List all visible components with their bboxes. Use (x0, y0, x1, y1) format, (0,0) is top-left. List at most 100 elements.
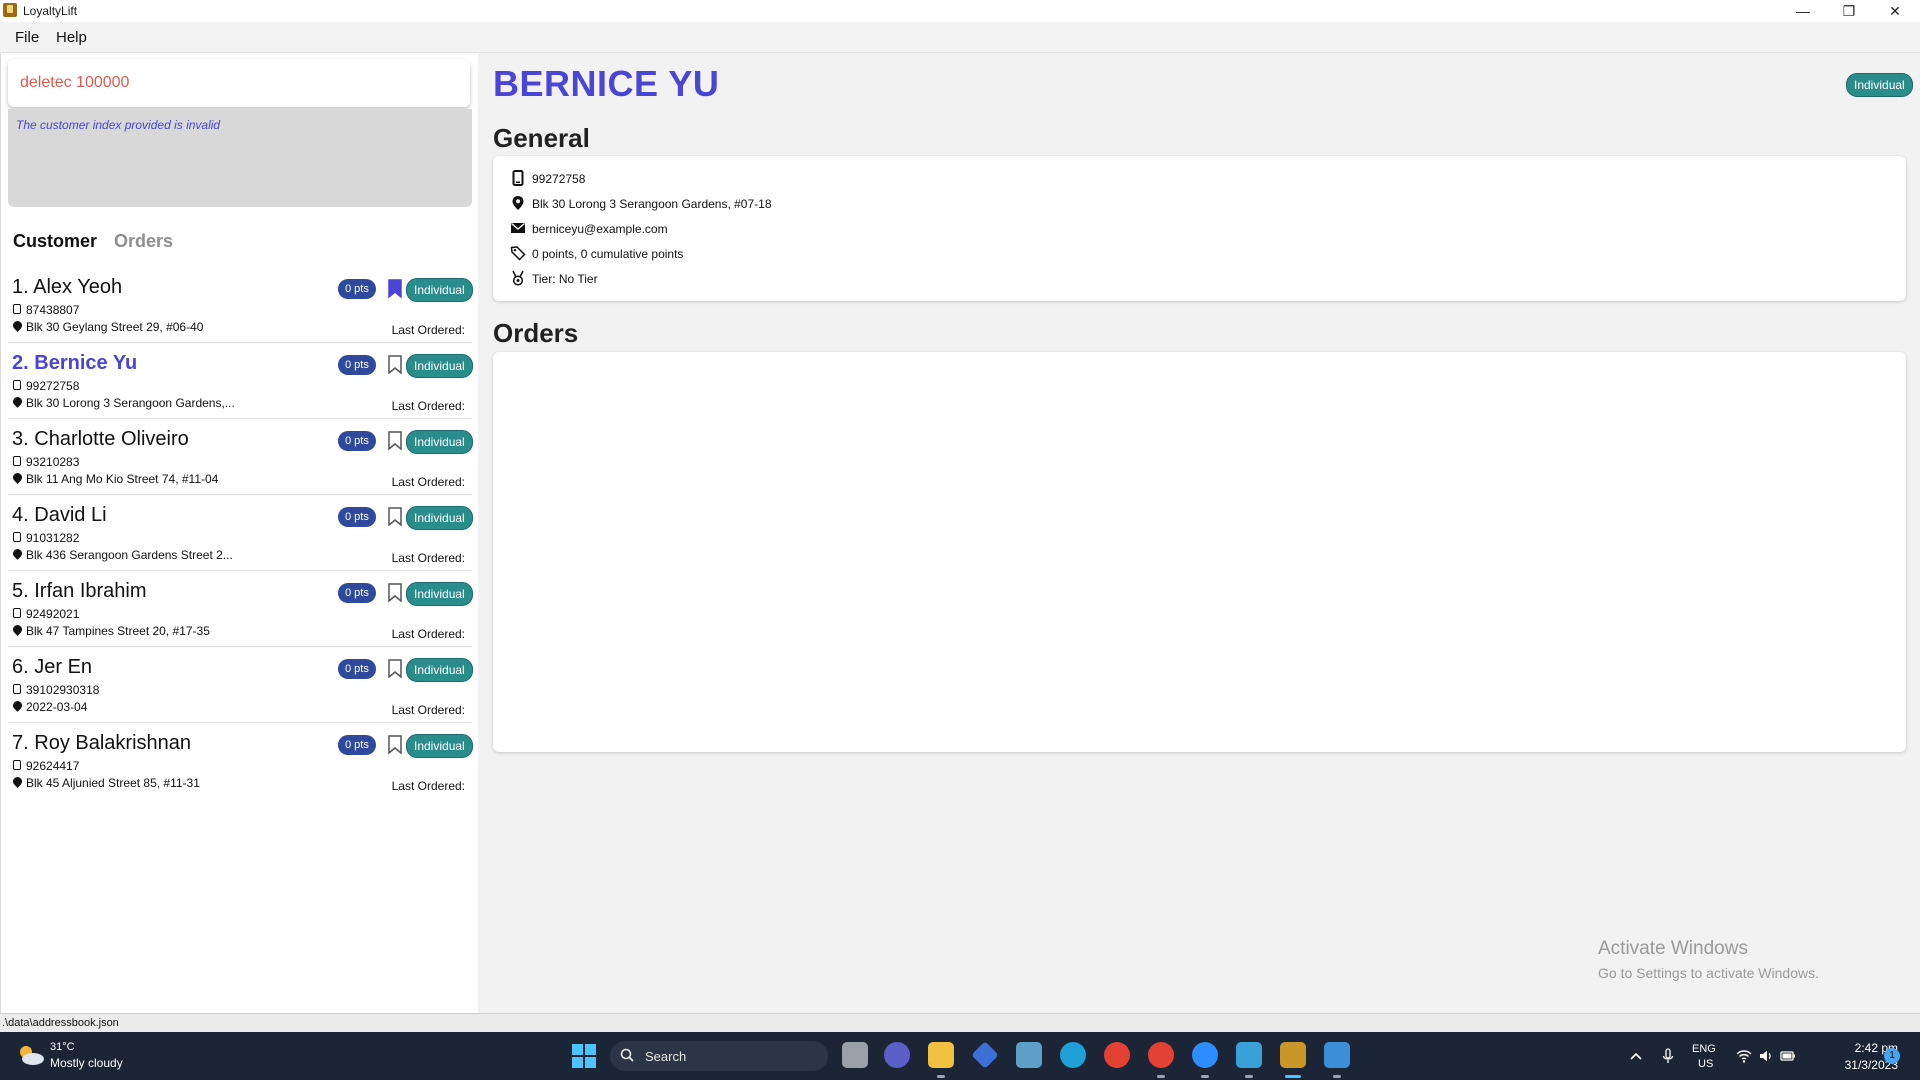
tier-badge: Individual (406, 278, 473, 302)
customer-card[interactable]: 2. Bernice Yu 99272758 Blk 30 Lorong 3 S… (8, 343, 473, 419)
customer-detail-name: BERNICE YU (493, 63, 720, 104)
weather-description[interactable]: Mostly cloudy (50, 1056, 123, 1070)
windows-start-icon[interactable] (572, 1044, 596, 1068)
tier-badge: Individual (406, 354, 473, 378)
notepad-icon[interactable] (1236, 1042, 1262, 1068)
edge-browser-icon[interactable] (1060, 1042, 1086, 1068)
taskbar-search[interactable]: Search (610, 1041, 828, 1071)
chrome-profile-icon[interactable] (1148, 1042, 1174, 1068)
customer-card[interactable]: 5. Irfan Ibrahim 92492021 Blk 47 Tampine… (8, 571, 473, 647)
last-ordered: Last Ordered: (391, 703, 465, 717)
chrome-browser-icon[interactable] (1104, 1042, 1130, 1068)
close-button[interactable]: ✕ (1872, 0, 1918, 22)
loyaltylift-active-indicator (1285, 1075, 1301, 1078)
loyaltylift-app-icon[interactable] (1280, 1042, 1306, 1068)
file-explorer-icon[interactable] (928, 1042, 954, 1068)
result-message: The customer index provided is invalid (16, 118, 221, 132)
detail-phone: 99272758 (532, 172, 586, 186)
maximize-button[interactable]: ❐ (1826, 0, 1872, 22)
notification-badge[interactable]: 1 (1884, 1048, 1900, 1064)
phone-icon (13, 760, 21, 770)
customer-card[interactable]: 6. Jer En 39102930318 2022-03-04 0 pts I… (8, 647, 473, 723)
search-icon (620, 1048, 634, 1062)
app-icon (3, 3, 17, 17)
phone-icon (13, 380, 21, 390)
last-ordered: Last Ordered: (391, 475, 465, 489)
notepad-indicator (1245, 1075, 1253, 1078)
power-automate-icon[interactable] (971, 1041, 999, 1069)
bookmark-icon[interactable] (388, 583, 402, 602)
customer-address: 2022-03-04 (26, 700, 88, 714)
language-indicator[interactable]: ENG (1692, 1043, 1716, 1055)
phone-icon (13, 532, 21, 542)
photos-indicator (1333, 1075, 1341, 1078)
customer-name: 4. David Li (12, 504, 107, 526)
points-badge: 0 pts (338, 431, 376, 451)
photos-icon[interactable] (1324, 1042, 1350, 1068)
customer-phone: 91031282 (26, 531, 80, 545)
minimize-button[interactable]: — (1780, 0, 1826, 22)
detail-panel: BERNICE YU Individual General 99272758 B… (478, 53, 1920, 1013)
customer-address: Blk 436 Serangoon Gardens Street 2... (26, 548, 233, 562)
orders-heading: Orders (493, 318, 579, 348)
volume-icon[interactable] (1758, 1048, 1774, 1064)
microphone-icon[interactable] (1660, 1048, 1676, 1064)
bookmark-icon[interactable] (388, 355, 402, 374)
customer-card[interactable]: 4. David Li 91031282 Blk 436 Serangoon G… (8, 495, 473, 571)
taskbar: 31°C Mostly cloudy Search ENG US 2:42 pm… (0, 1032, 1920, 1080)
menu-help[interactable]: Help (56, 29, 87, 46)
search-label: Search (645, 1049, 687, 1064)
status-bar: .\data\addressbook.json (0, 1013, 1920, 1033)
customer-name: 5. Irfan Ibrahim (12, 580, 147, 602)
wifi-icon[interactable] (1736, 1048, 1752, 1064)
bookmark-icon[interactable] (388, 279, 402, 298)
customer-card[interactable]: 3. Charlotte Oliveiro 93210283 Blk 11 An… (8, 419, 473, 495)
chevron-up-icon[interactable] (1628, 1048, 1644, 1064)
customer-name: 6. Jer En (12, 656, 93, 678)
region-indicator[interactable]: US (1698, 1058, 1713, 1070)
menu-file[interactable]: File (15, 29, 39, 46)
command-input[interactable] (18, 69, 462, 97)
customer-name: 2. Bernice Yu (12, 352, 138, 374)
snipping-tool-icon[interactable] (1016, 1042, 1042, 1068)
customer-phone: 99272758 (26, 379, 80, 393)
points-badge: 0 pts (338, 355, 376, 375)
detail-address: Blk 30 Lorong 3 Serangoon Gardens, #07-1… (532, 197, 772, 211)
tab-customer[interactable]: Customer (13, 231, 97, 252)
left-panel: The customer index provided is invalid C… (0, 53, 479, 1013)
phone-icon (13, 304, 21, 314)
bookmark-icon[interactable] (388, 431, 402, 450)
phone-icon (13, 608, 21, 618)
bookmark-icon[interactable] (388, 507, 402, 526)
tier-badge: Individual (406, 506, 473, 530)
chat-icon[interactable] (884, 1042, 910, 1068)
general-heading: General (493, 123, 590, 153)
last-ordered: Last Ordered: (391, 399, 465, 413)
zoom-icon[interactable] (1192, 1042, 1218, 1068)
location-pin-icon (11, 547, 24, 560)
location-pin-icon (11, 775, 24, 788)
activate-windows-subtitle: Go to Settings to activate Windows. (1598, 965, 1819, 981)
last-ordered: Last Ordered: (391, 551, 465, 565)
location-pin-icon (11, 395, 24, 408)
customer-card[interactable]: 1. Alex Yeoh 87438807 Blk 30 Geylang Str… (8, 267, 473, 343)
window-title: LoyaltyLift (23, 4, 78, 18)
tab-orders[interactable]: Orders (114, 231, 173, 252)
customer-name: 3. Charlotte Oliveiro (12, 428, 189, 450)
weather-cloud-icon[interactable] (16, 1044, 46, 1066)
location-pin-icon (11, 471, 24, 484)
task-view-icon[interactable] (842, 1042, 868, 1068)
data-file-path: .\data\addressbook.json (2, 1017, 119, 1029)
customer-card[interactable]: 7. Roy Balakrishnan 92624417 Blk 45 Alju… (8, 723, 473, 798)
battery-icon[interactable] (1780, 1048, 1796, 1064)
tier-badge: Individual (406, 658, 473, 682)
customer-phone: 39102930318 (26, 683, 100, 697)
weather-temperature[interactable]: 31°C (50, 1041, 75, 1053)
bookmark-icon[interactable] (388, 659, 402, 678)
customer-name: 7. Roy Balakrishnan (12, 732, 191, 754)
phone-icon (512, 170, 524, 186)
bookmark-icon[interactable] (388, 735, 402, 754)
phone-icon (13, 684, 21, 694)
detail-points: 0 points, 0 cumulative points (532, 247, 684, 261)
customer-list[interactable]: 1. Alex Yeoh 87438807 Blk 30 Geylang Str… (8, 267, 473, 798)
